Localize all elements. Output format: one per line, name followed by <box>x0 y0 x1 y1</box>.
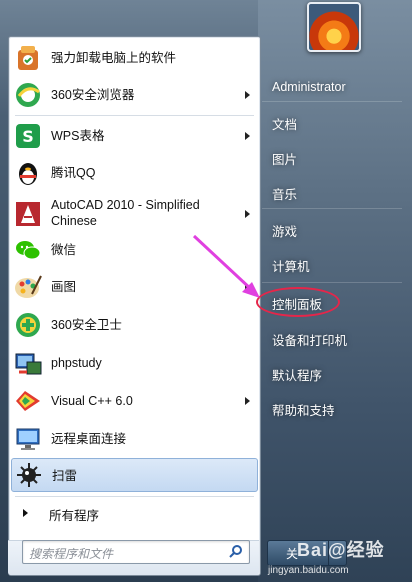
submenu-arrow-icon <box>245 131 250 140</box>
divider <box>262 208 402 209</box>
program-label: 微信 <box>51 243 77 257</box>
program-remote-desktop[interactable]: 远程桌面连接 <box>9 420 260 457</box>
visual-cpp-icon <box>16 390 40 411</box>
user-avatar[interactable] <box>307 2 361 52</box>
paint-palette-icon <box>15 275 42 298</box>
uninstaller-icon <box>18 45 38 70</box>
program-label: 360安全浏览器 <box>51 88 135 102</box>
right-item-default-programs[interactable]: 默认程序 <box>272 365 322 384</box>
search-input[interactable]: 搜索程序和文件 <box>22 540 250 564</box>
divider <box>262 101 402 102</box>
qq-penguin-icon <box>19 162 37 185</box>
baidu-watermark: Bai@经验 <box>297 540 385 560</box>
program-uninstaller[interactable]: 强力卸载电脑上的软件 <box>9 39 260 76</box>
divider <box>15 115 254 116</box>
all-programs-label: 所有程序 <box>49 509 100 523</box>
autocad-icon <box>16 202 40 226</box>
program-label: Visual C++ 6.0 <box>51 394 133 408</box>
program-label: 强力卸载电脑上的软件 <box>51 51 177 65</box>
triangle-right-icon <box>23 509 28 517</box>
submenu-arrow-icon <box>245 90 250 99</box>
phpstudy-icon <box>15 353 42 374</box>
right-item-music[interactable]: 音乐 <box>272 184 297 203</box>
right-item-user[interactable]: Administrator <box>272 80 346 94</box>
right-item-computer[interactable]: 计算机 <box>272 256 310 275</box>
program-360-browser[interactable]: 360安全浏览器 <box>9 76 260 113</box>
program-label: 360安全卫士 <box>51 318 122 332</box>
program-minesweeper[interactable]: 扫雷 <box>11 458 258 492</box>
program-label-line2: Chinese <box>51 214 97 228</box>
svg-text:S: S <box>22 127 34 146</box>
search-placeholder: 搜索程序和文件 <box>29 547 114 561</box>
program-label: phpstudy <box>51 356 102 370</box>
program-wps-spreadsheet[interactable]: S WPS表格 <box>9 117 260 154</box>
watermark-url: jingyan.baidu.com <box>268 565 349 576</box>
remote-desktop-icon <box>16 428 40 450</box>
program-autocad[interactable]: AutoCAD 2010 - Simplified Chinese <box>9 192 260 236</box>
right-item-documents[interactable]: 文档 <box>272 114 297 133</box>
program-label: 远程桌面连接 <box>51 432 127 446</box>
program-visual-cpp[interactable]: Visual C++ 6.0 <box>9 382 260 419</box>
all-programs-button[interactable]: 所有程序 <box>9 502 260 524</box>
program-label: WPS表格 <box>51 129 105 143</box>
wechat-icon <box>16 240 41 259</box>
program-label: AutoCAD 2010 - Simplified <box>51 198 200 212</box>
360-safeguard-icon <box>16 312 40 337</box>
divider <box>15 496 254 497</box>
right-item-pictures[interactable]: 图片 <box>272 149 297 168</box>
right-item-help-support[interactable]: 帮助和支持 <box>272 400 335 419</box>
minesweeper-icon <box>17 463 41 487</box>
pointer-arrow-icon <box>192 234 260 298</box>
wps-spreadsheet-icon: S <box>16 123 40 148</box>
submenu-arrow-icon <box>245 396 250 405</box>
360-browser-icon <box>16 82 40 107</box>
program-label: 画图 <box>51 280 77 294</box>
right-item-games[interactable]: 游戏 <box>272 221 297 240</box>
program-label: 腾讯QQ <box>51 166 96 180</box>
program-label: 扫雷 <box>52 469 78 483</box>
right-item-devices-printers[interactable]: 设备和打印机 <box>272 330 347 349</box>
divider <box>262 282 402 283</box>
search-icon[interactable] <box>229 544 243 558</box>
program-phpstudy[interactable]: phpstudy <box>9 344 260 381</box>
program-qq[interactable]: 腾讯QQ <box>9 154 260 191</box>
submenu-arrow-icon <box>245 210 250 218</box>
